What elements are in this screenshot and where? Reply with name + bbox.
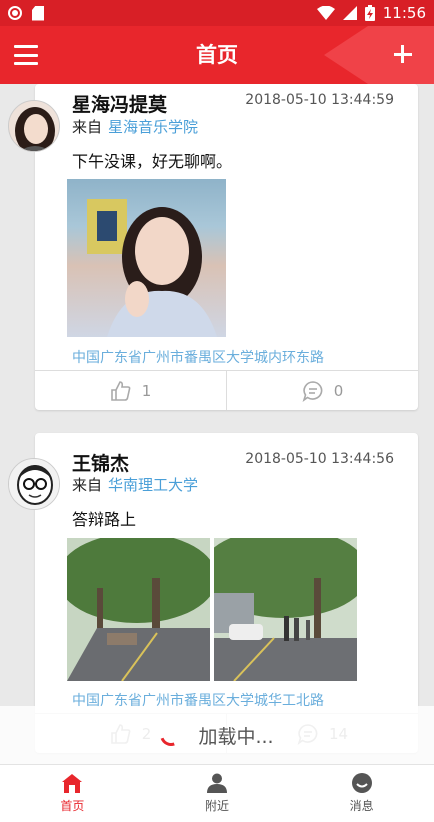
battery-charging-icon bbox=[364, 5, 375, 21]
thumb-up-icon bbox=[110, 380, 131, 401]
post-author[interactable]: 王锦杰 bbox=[72, 449, 129, 476]
record-icon bbox=[8, 6, 22, 20]
nav-label: 首页 bbox=[60, 798, 85, 813]
home-icon bbox=[62, 773, 83, 793]
feed-list[interactable]: 星海冯提莫 2018-05-10 13:44:59 来自 星海音乐学院 下午没课，… bbox=[0, 84, 434, 764]
nav-label: 附近 bbox=[205, 799, 230, 813]
post-text: 答辩路上 bbox=[72, 510, 137, 529]
post-school-link[interactable]: 星海音乐学院 bbox=[108, 118, 198, 136]
status-time: 11:56 bbox=[382, 4, 426, 22]
wifi-icon bbox=[316, 6, 335, 20]
comment-button[interactable]: 0 bbox=[226, 371, 418, 410]
spinner-icon bbox=[156, 720, 187, 750]
person-icon bbox=[207, 773, 227, 793]
nav-label: 消息 bbox=[349, 799, 374, 813]
post-author[interactable]: 星海冯提莫 bbox=[72, 90, 167, 117]
post-photo[interactable] bbox=[67, 538, 210, 681]
post-location[interactable]: 中国广东省广州市番禺区大学城内环东路 bbox=[72, 347, 324, 367]
from-label: 来自 bbox=[72, 476, 103, 494]
nav-item-messages[interactable]: 消息 bbox=[289, 765, 434, 822]
loading-indicator: 加载中... bbox=[0, 706, 434, 764]
app-bar: 首页 bbox=[0, 26, 434, 84]
message-icon bbox=[351, 773, 372, 793]
post-source: 来自 星海音乐学院 bbox=[72, 116, 198, 137]
sd-card-icon bbox=[32, 5, 44, 21]
post-photo[interactable] bbox=[67, 179, 226, 337]
post-text: 下午没课，好无聊啊。 bbox=[72, 152, 233, 171]
avatar[interactable] bbox=[8, 458, 60, 510]
from-label: 来自 bbox=[72, 118, 103, 136]
page-title: 首页 bbox=[196, 43, 238, 67]
post-time: 2018-05-10 13:44:59 bbox=[245, 92, 394, 108]
like-button[interactable]: 1 bbox=[35, 371, 226, 410]
post-card[interactable]: 王锦杰 2018-05-10 13:44:56 来自 华南理工大学 答辩路上 中… bbox=[35, 433, 418, 753]
menu-icon[interactable] bbox=[14, 45, 38, 65]
like-count: 1 bbox=[141, 381, 152, 400]
post-time: 2018-05-10 13:44:56 bbox=[245, 451, 394, 467]
status-bar: 11:56 bbox=[0, 0, 434, 26]
nav-item-home[interactable]: 首页 bbox=[0, 765, 145, 822]
signal-icon bbox=[342, 6, 357, 20]
plus-icon[interactable] bbox=[388, 39, 418, 69]
nav-item-nearby[interactable]: 附近 bbox=[145, 765, 290, 822]
comment-icon bbox=[302, 380, 323, 402]
bottom-nav: 首页 附近 消息 bbox=[0, 764, 434, 822]
post-card[interactable]: 星海冯提莫 2018-05-10 13:44:59 来自 星海音乐学院 下午没课，… bbox=[35, 84, 418, 410]
comment-count: 0 bbox=[333, 381, 344, 400]
post-photo[interactable] bbox=[214, 538, 357, 681]
avatar[interactable] bbox=[8, 100, 60, 152]
post-source: 来自 华南理工大学 bbox=[72, 474, 198, 495]
loading-text: 加载中... bbox=[198, 725, 274, 748]
post-school-link[interactable]: 华南理工大学 bbox=[108, 476, 198, 494]
